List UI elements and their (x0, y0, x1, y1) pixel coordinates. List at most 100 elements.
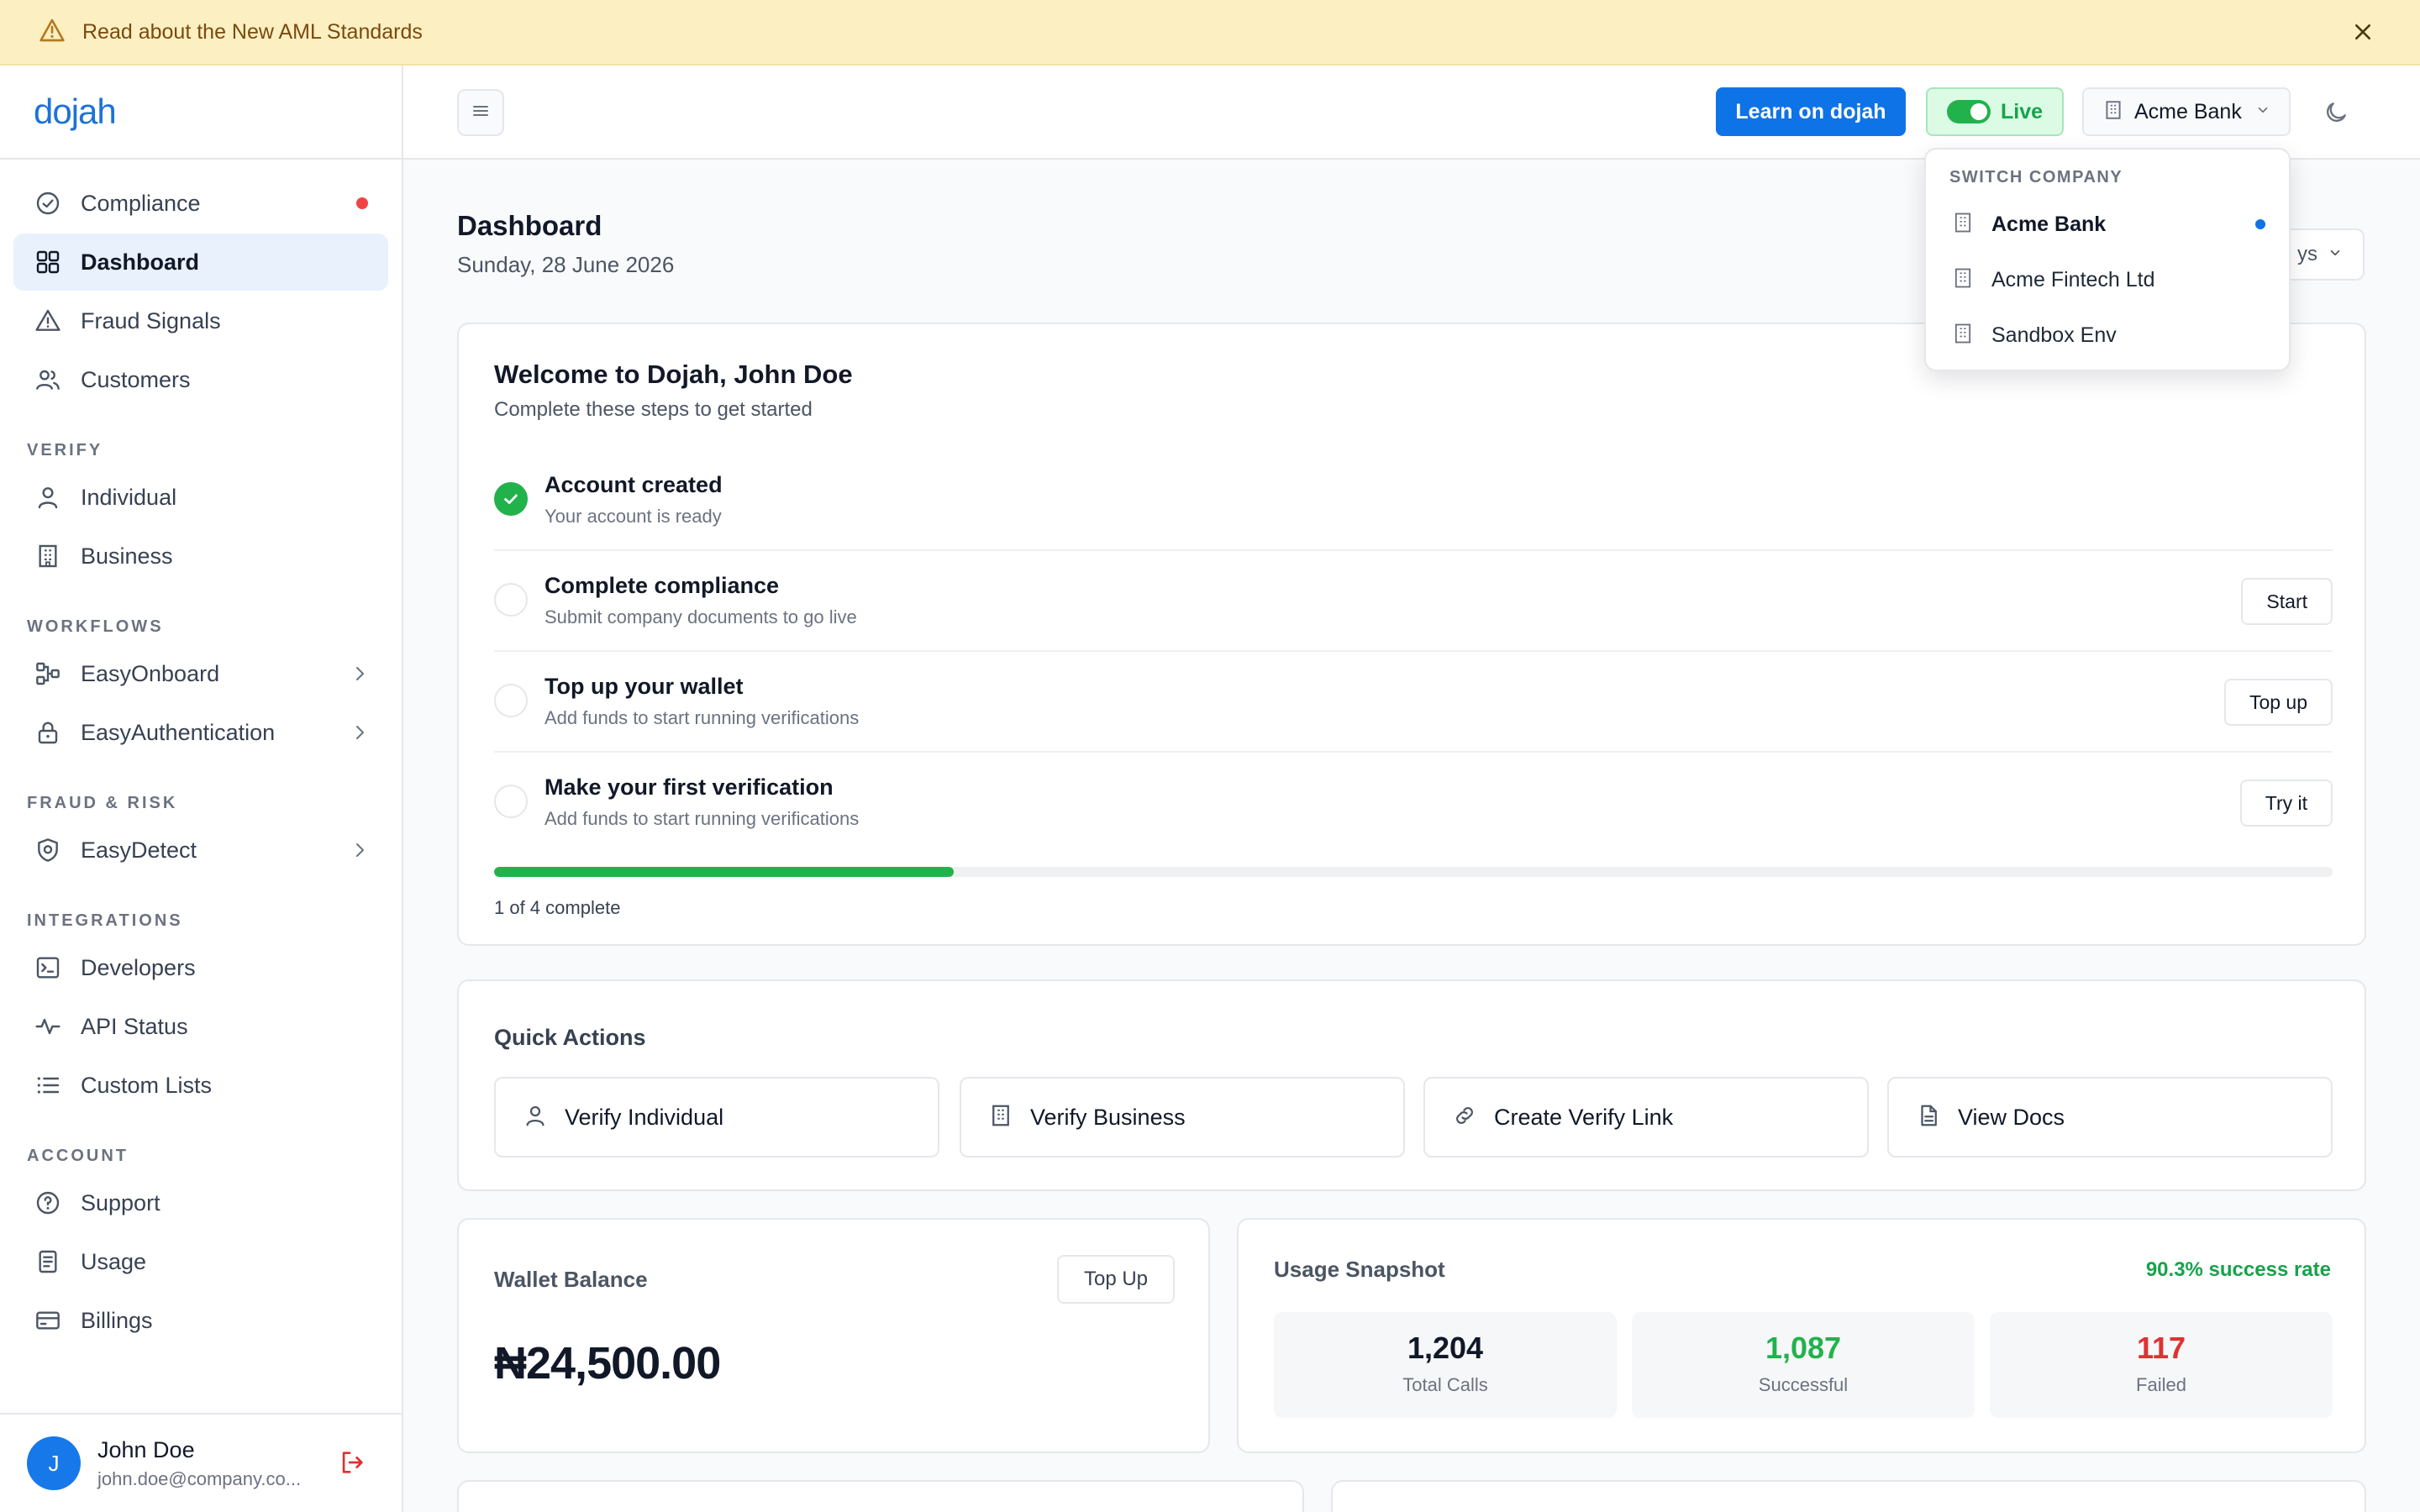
building-icon (1951, 211, 1975, 239)
view-docs-button[interactable]: View Docs (1887, 1077, 2333, 1158)
step-status-circle (494, 583, 528, 617)
live-label: Live (2000, 99, 2044, 123)
step-subtitle: Submit company documents to go live (544, 606, 857, 627)
sidebar-item-easyauthentication[interactable]: EasyAuthentication (13, 704, 388, 761)
sidebar-item-api-status[interactable]: API Status (13, 998, 388, 1055)
welcome-subtitle: Complete these steps to get started (494, 398, 813, 421)
logo[interactable]: dojah (34, 92, 117, 132)
sidebar-item-usage[interactable]: Usage (13, 1233, 388, 1290)
sidebar-item-billings[interactable]: Billings (13, 1292, 388, 1349)
announcement-banner: Read about the New AML Standards (0, 0, 2420, 66)
banner-link[interactable]: Read about the New AML Standards (82, 20, 423, 45)
list-icon (34, 1071, 62, 1100)
progress-fill (494, 867, 954, 877)
company-dropdown: SWITCH COMPANY Acme Bank Acme Fintech Lt… (1924, 148, 2291, 371)
stat-value: 117 (2136, 1331, 2186, 1365)
sidebar-item-easyonboard[interactable]: EasyOnboard (13, 645, 388, 702)
chevron-right-icon (350, 722, 370, 747)
quick-actions-card: Quick Actions Verify Individual Verify B… (457, 979, 2366, 1191)
sidebar-item-label: EasyOnboard (81, 660, 220, 686)
step-status-circle (494, 684, 528, 717)
quick-action-label: Verify Individual (565, 1104, 724, 1130)
verify-business-button[interactable]: Verify Business (960, 1077, 1405, 1158)
sidebar-item-individual[interactable]: Individual (13, 469, 388, 526)
grid-icon (34, 248, 62, 276)
onboarding-step: Complete compliance Submit company docum… (494, 551, 2333, 652)
sidebar-item-custom-lists[interactable]: Custom Lists (13, 1057, 388, 1114)
logout-icon[interactable] (338, 1448, 366, 1481)
create-verify-link-button[interactable]: Create Verify Link (1423, 1077, 1869, 1158)
document-icon (34, 1247, 62, 1276)
success-rate: 90.3% success rate (2145, 1258, 2331, 1281)
live-mode-toggle[interactable]: Live (1926, 87, 2064, 136)
sidebar-item-label: EasyDetect (81, 837, 197, 863)
usage-snapshot-card: Usage Snapshot 90.3% success rate 1,204 … (1237, 1218, 2366, 1453)
wallet-title: Wallet Balance (494, 1267, 648, 1292)
sidebar: dojah Compliance Dashboard Fraud Signals… (0, 66, 403, 1512)
start-compliance-button[interactable]: Start (2241, 578, 2333, 625)
welcome-title: Welcome to Dojah, John Doe (494, 360, 853, 389)
sidebar-item-label: Support (81, 1189, 160, 1215)
top-bar: Learn on dojah Live Acme Bank (403, 66, 2420, 160)
company-name: Acme Bank (2134, 99, 2242, 123)
company-switcher[interactable]: Acme Bank (2082, 87, 2291, 136)
warning-icon (34, 307, 62, 335)
sidebar-item-compliance[interactable]: Compliance (13, 175, 388, 232)
dropdown-header: SWITCH COMPANY (1949, 168, 2123, 186)
wallet-amount: ₦24,500.00 (494, 1338, 721, 1389)
chevron-down-icon (2255, 102, 2270, 122)
bottom-card-left (457, 1480, 1304, 1512)
moon-icon[interactable] (2323, 99, 2349, 130)
avatar: J (27, 1436, 81, 1490)
user-info: John Doe john.doe@company.co... (97, 1437, 301, 1490)
users-icon (34, 365, 62, 394)
pulse-icon (34, 1012, 62, 1041)
stat-total-calls: 1,204 Total Calls (1274, 1312, 1617, 1418)
learn-on-dojah-button[interactable]: Learn on dojah (1716, 87, 1906, 136)
company-option-acme-fintech[interactable]: Acme Fintech Ltd (1926, 252, 2289, 307)
period-select-label: ys (2297, 243, 2317, 265)
building-icon (988, 1103, 1013, 1132)
sidebar-item-dashboard[interactable]: Dashboard (13, 234, 388, 291)
try-verification-button[interactable]: Try it (2239, 780, 2333, 827)
section-verify: VERIFY (27, 441, 103, 459)
bottom-card-right (1331, 1480, 2366, 1512)
sidebar-item-developers[interactable]: Developers (13, 939, 388, 996)
company-option-label: Sandbox Env (1991, 323, 2117, 347)
card-icon (34, 1306, 62, 1335)
usage-title: Usage Snapshot (1274, 1257, 1445, 1282)
link-icon (1452, 1103, 1477, 1132)
onboarding-step: Make your first verification Add funds t… (494, 753, 2333, 853)
step-title: Make your first verification (544, 774, 834, 800)
sidebar-item-label: API Status (81, 1013, 188, 1039)
step-subtitle: Add funds to start running verifications (544, 808, 860, 829)
wallet-top-up-button[interactable]: Top Up (1057, 1255, 1175, 1304)
sidebar-item-fraud-signals[interactable]: Fraud Signals (13, 292, 388, 349)
wallet-balance-card: Wallet Balance Top Up ₦24,500.00 (457, 1218, 1210, 1453)
terminal-icon (34, 953, 62, 982)
top-up-wallet-button[interactable]: Top up (2223, 679, 2333, 726)
step-status-circle (494, 785, 528, 818)
stat-label: Total Calls (1402, 1374, 1488, 1395)
close-icon[interactable] (2348, 17, 2378, 47)
section-account: ACCOUNT (27, 1147, 129, 1165)
section-workflows: WORKFLOWS (27, 617, 164, 636)
sidebar-item-label: Compliance (81, 190, 201, 216)
lock-icon (34, 718, 62, 747)
flow-icon (34, 659, 62, 688)
page-date: Sunday, 28 June 2026 (457, 252, 675, 277)
sidebar-item-customers[interactable]: Customers (13, 351, 388, 408)
stat-label: Successful (1758, 1374, 1849, 1395)
step-subtitle: Your account is ready (544, 506, 722, 527)
notification-dot (356, 197, 368, 209)
company-option-sandbox-env[interactable]: Sandbox Env (1926, 307, 2289, 363)
sidebar-item-label: Usage (81, 1248, 147, 1274)
company-option-acme-bank[interactable]: Acme Bank (1926, 197, 2289, 252)
verify-individual-button[interactable]: Verify Individual (494, 1077, 939, 1158)
user-profile[interactable]: J John Doe john.doe@company.co... (0, 1413, 402, 1512)
menu-toggle-button[interactable] (457, 89, 504, 136)
sidebar-item-support[interactable]: Support (13, 1174, 388, 1231)
sidebar-item-easydetect[interactable]: EasyDetect (13, 822, 388, 879)
sidebar-item-business[interactable]: Business (13, 528, 388, 585)
sidebar-item-label: Fraud Signals (81, 307, 221, 333)
